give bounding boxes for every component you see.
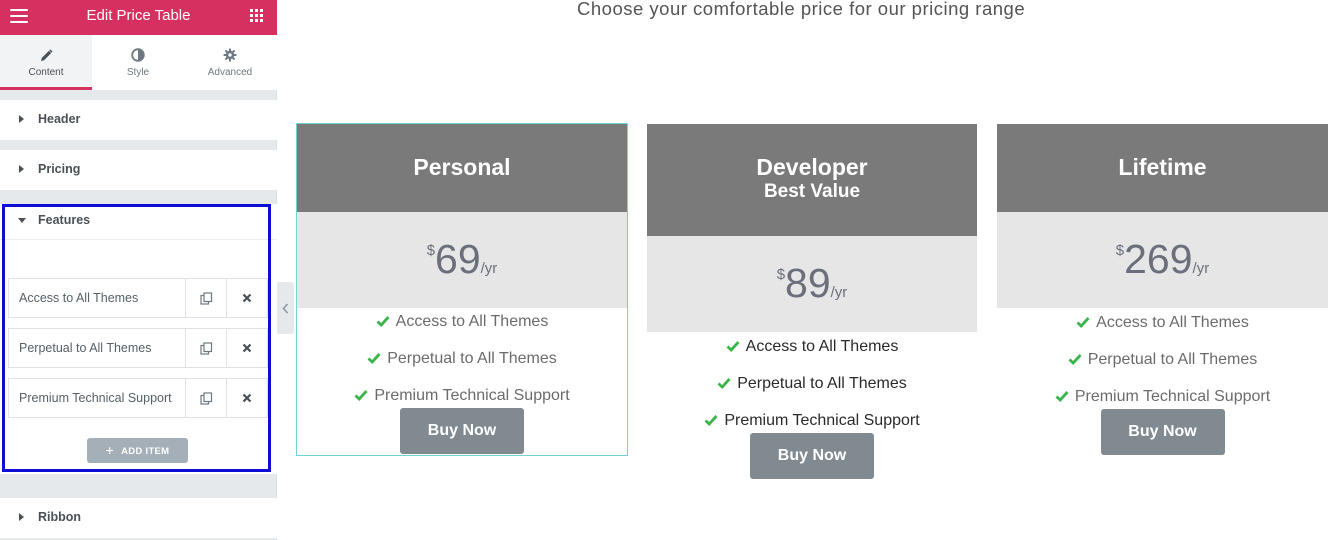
remove-icon[interactable] — [227, 279, 267, 317]
check-icon — [704, 415, 718, 426]
duplicate-icon[interactable] — [186, 379, 227, 417]
card-title: Personal — [413, 154, 511, 180]
caret-right-icon — [19, 115, 24, 123]
remove-icon[interactable] — [227, 329, 267, 367]
card-title: Developer — [756, 154, 868, 180]
feature-item: Access to All Themes — [647, 334, 977, 371]
panel-title: Edit Price Table — [86, 7, 191, 24]
currency-symbol: $ — [1115, 242, 1125, 259]
currency-symbol: $ — [426, 242, 436, 259]
repeater-item-title[interactable]: Perpetual to All Themes — [9, 329, 186, 367]
collapse-panel-handle[interactable] — [277, 282, 294, 334]
app: Edit Price Table Content Style Advanced … — [0, 0, 1342, 540]
pencil-icon — [0, 47, 92, 63]
panel-tabs: Content Style Advanced — [0, 35, 277, 90]
price-amount: 89 — [785, 260, 831, 306]
widgets-grid-icon[interactable] — [250, 9, 263, 22]
plus-icon: + — [105, 442, 115, 458]
add-item-label: ADD ITEM — [121, 446, 170, 457]
repeater-item[interactable]: Access to All Themes — [8, 278, 268, 318]
repeater-item[interactable]: Premium Technical Support — [8, 378, 268, 418]
section-pricing[interactable]: Pricing — [0, 150, 277, 190]
duplicate-icon[interactable] — [186, 279, 227, 317]
card-header: Personal — [297, 124, 627, 212]
gear-icon — [184, 47, 276, 63]
price-amount: 69 — [435, 236, 481, 282]
card-header: Lifetime — [997, 124, 1328, 212]
currency-symbol: $ — [776, 266, 786, 283]
tab-advanced[interactable]: Advanced — [184, 35, 276, 90]
pricing-tagline: Choose your comfortable price for our pr… — [577, 0, 1026, 19]
half-circle-icon — [92, 47, 184, 63]
tab-style[interactable]: Style — [92, 35, 184, 90]
section-features-label: Features — [38, 213, 91, 227]
card-price: $69/yr — [297, 212, 627, 308]
check-icon — [726, 341, 740, 352]
buy-now-button[interactable]: Buy Now — [1100, 409, 1225, 455]
tab-advanced-label: Advanced — [207, 67, 253, 78]
caret-down-icon — [18, 218, 26, 223]
card-subtitle: Best Value — [763, 181, 861, 202]
card-price: $269/yr — [997, 212, 1328, 308]
card-features: Access to All Themes Perpetual to All Th… — [647, 332, 977, 445]
feature-item: Access to All Themes — [297, 309, 627, 346]
caret-right-icon — [19, 513, 24, 521]
section-pricing-label: Pricing — [38, 162, 81, 176]
price-card-personal[interactable]: Personal $69/yr Access to All Themes Per… — [296, 123, 628, 456]
card-features: Access to All Themes Perpetual to All Th… — [997, 308, 1328, 421]
add-item-button[interactable]: + ADD ITEM — [87, 438, 188, 463]
section-header-label: Header — [38, 112, 81, 126]
tab-content[interactable]: Content — [0, 35, 92, 90]
check-icon — [717, 378, 731, 389]
feature-item: Perpetual to All Themes — [997, 347, 1328, 384]
page-preview: Choose your comfortable price for our pr… — [294, 0, 1342, 540]
tab-content-label: Content — [28, 67, 64, 78]
repeater-item[interactable]: Perpetual to All Themes — [8, 328, 268, 368]
check-icon — [354, 390, 368, 401]
section-header[interactable]: Header — [0, 100, 277, 140]
section-features-header[interactable]: Features — [0, 204, 277, 240]
check-icon — [1076, 317, 1090, 328]
section-ribbon[interactable]: Ribbon — [0, 498, 277, 538]
repeater-item-title[interactable]: Access to All Themes — [9, 279, 186, 317]
editor-panel: Edit Price Table Content Style Advanced … — [0, 0, 277, 540]
feature-item: Perpetual to All Themes — [297, 346, 627, 383]
card-price: $89/yr — [647, 236, 977, 332]
remove-icon[interactable] — [227, 379, 267, 417]
feature-item: Access to All Themes — [997, 310, 1328, 347]
price-period: /yr — [480, 260, 498, 277]
price-amount: 269 — [1124, 236, 1193, 282]
price-card-lifetime[interactable]: Lifetime $269/yr Access to All Themes Pe… — [997, 124, 1328, 455]
price-card-developer[interactable]: Developer Best Value $89/yr Access to Al… — [647, 124, 977, 479]
buy-now-button[interactable]: Buy Now — [400, 408, 524, 454]
buy-now-button[interactable]: Buy Now — [750, 433, 874, 479]
check-icon — [1068, 354, 1082, 365]
repeater-item-title[interactable]: Premium Technical Support — [9, 379, 186, 417]
price-period: /yr — [1192, 260, 1210, 277]
section-ribbon-label: Ribbon — [38, 510, 82, 524]
caret-right-icon — [19, 165, 24, 173]
check-icon — [1055, 391, 1069, 402]
duplicate-icon[interactable] — [186, 329, 227, 367]
check-icon — [367, 353, 381, 364]
card-header: Developer Best Value — [647, 124, 977, 236]
card-features: Access to All Themes Perpetual to All Th… — [297, 308, 627, 420]
chevron-left-icon — [282, 303, 289, 313]
card-title: Lifetime — [1118, 154, 1207, 180]
price-period: /yr — [830, 284, 848, 301]
feature-item: Perpetual to All Themes — [647, 371, 977, 408]
panel-header: Edit Price Table — [0, 0, 277, 35]
tab-style-label: Style — [126, 67, 150, 78]
check-icon — [376, 316, 390, 327]
